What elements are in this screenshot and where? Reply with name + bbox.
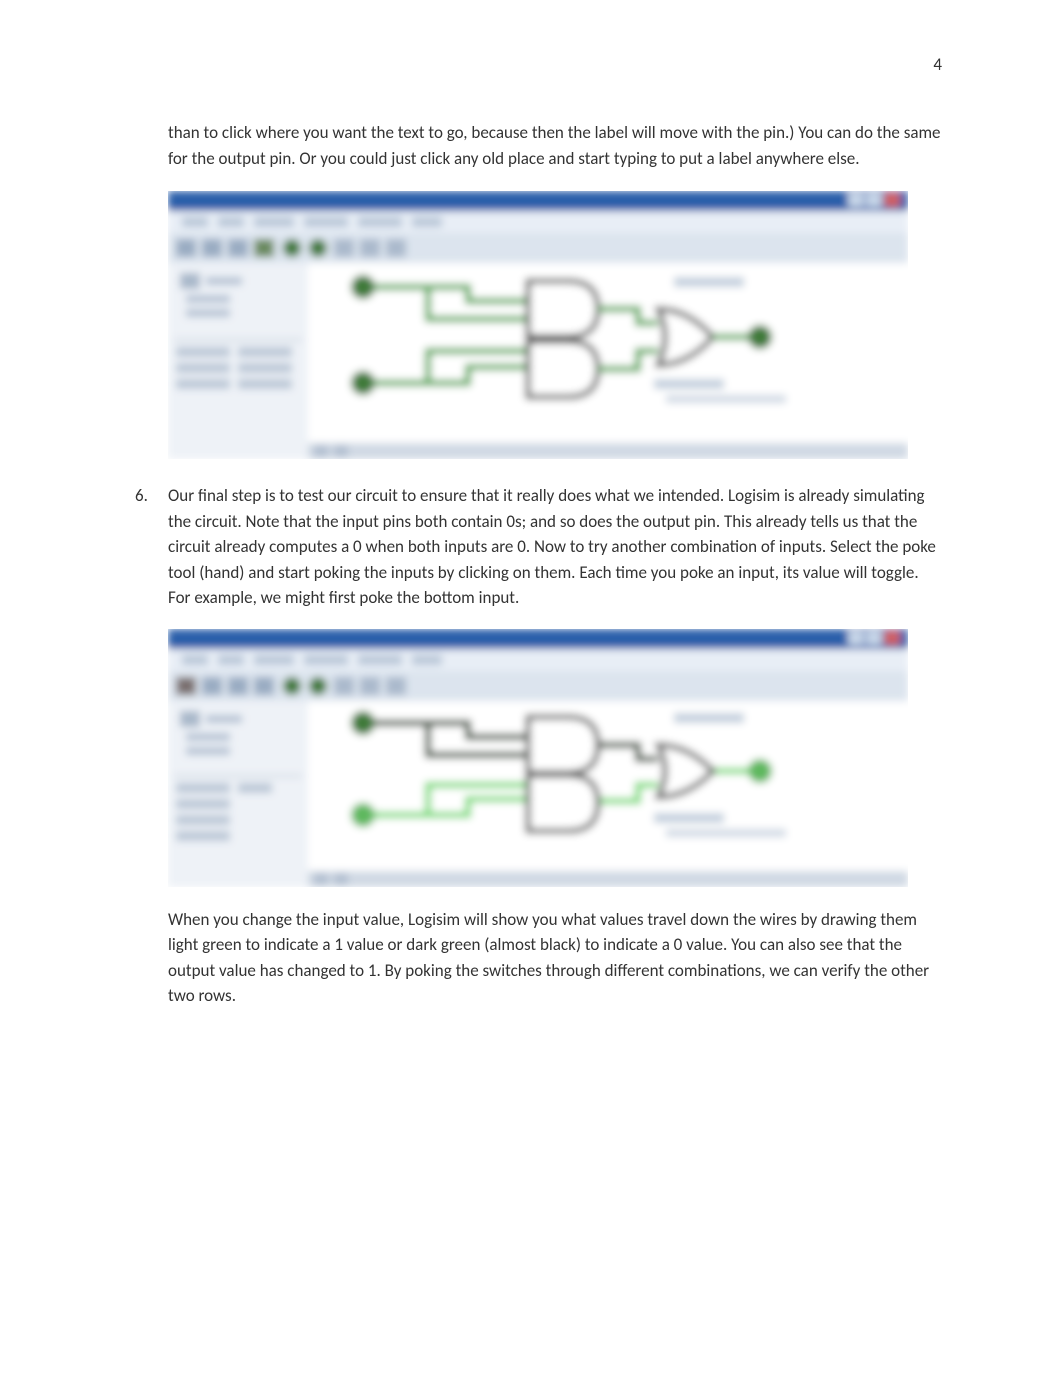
page-number: 4	[933, 52, 942, 78]
list-item-6: 6. Our final step is to test our circuit…	[120, 483, 942, 611]
list-number: 6.	[120, 483, 168, 611]
list-item-text: Our final step is to test our circuit to…	[168, 483, 942, 611]
continuation-paragraph: than to click where you want the text to…	[168, 120, 942, 171]
screenshot-2	[168, 629, 942, 887]
summary-paragraph: When you change the input value, Logisim…	[168, 907, 942, 1009]
logisim-window-2	[168, 629, 908, 887]
page-content: than to click where you want the text to…	[120, 120, 942, 1009]
screenshot-1	[168, 191, 942, 459]
logisim-window-1	[168, 191, 908, 459]
